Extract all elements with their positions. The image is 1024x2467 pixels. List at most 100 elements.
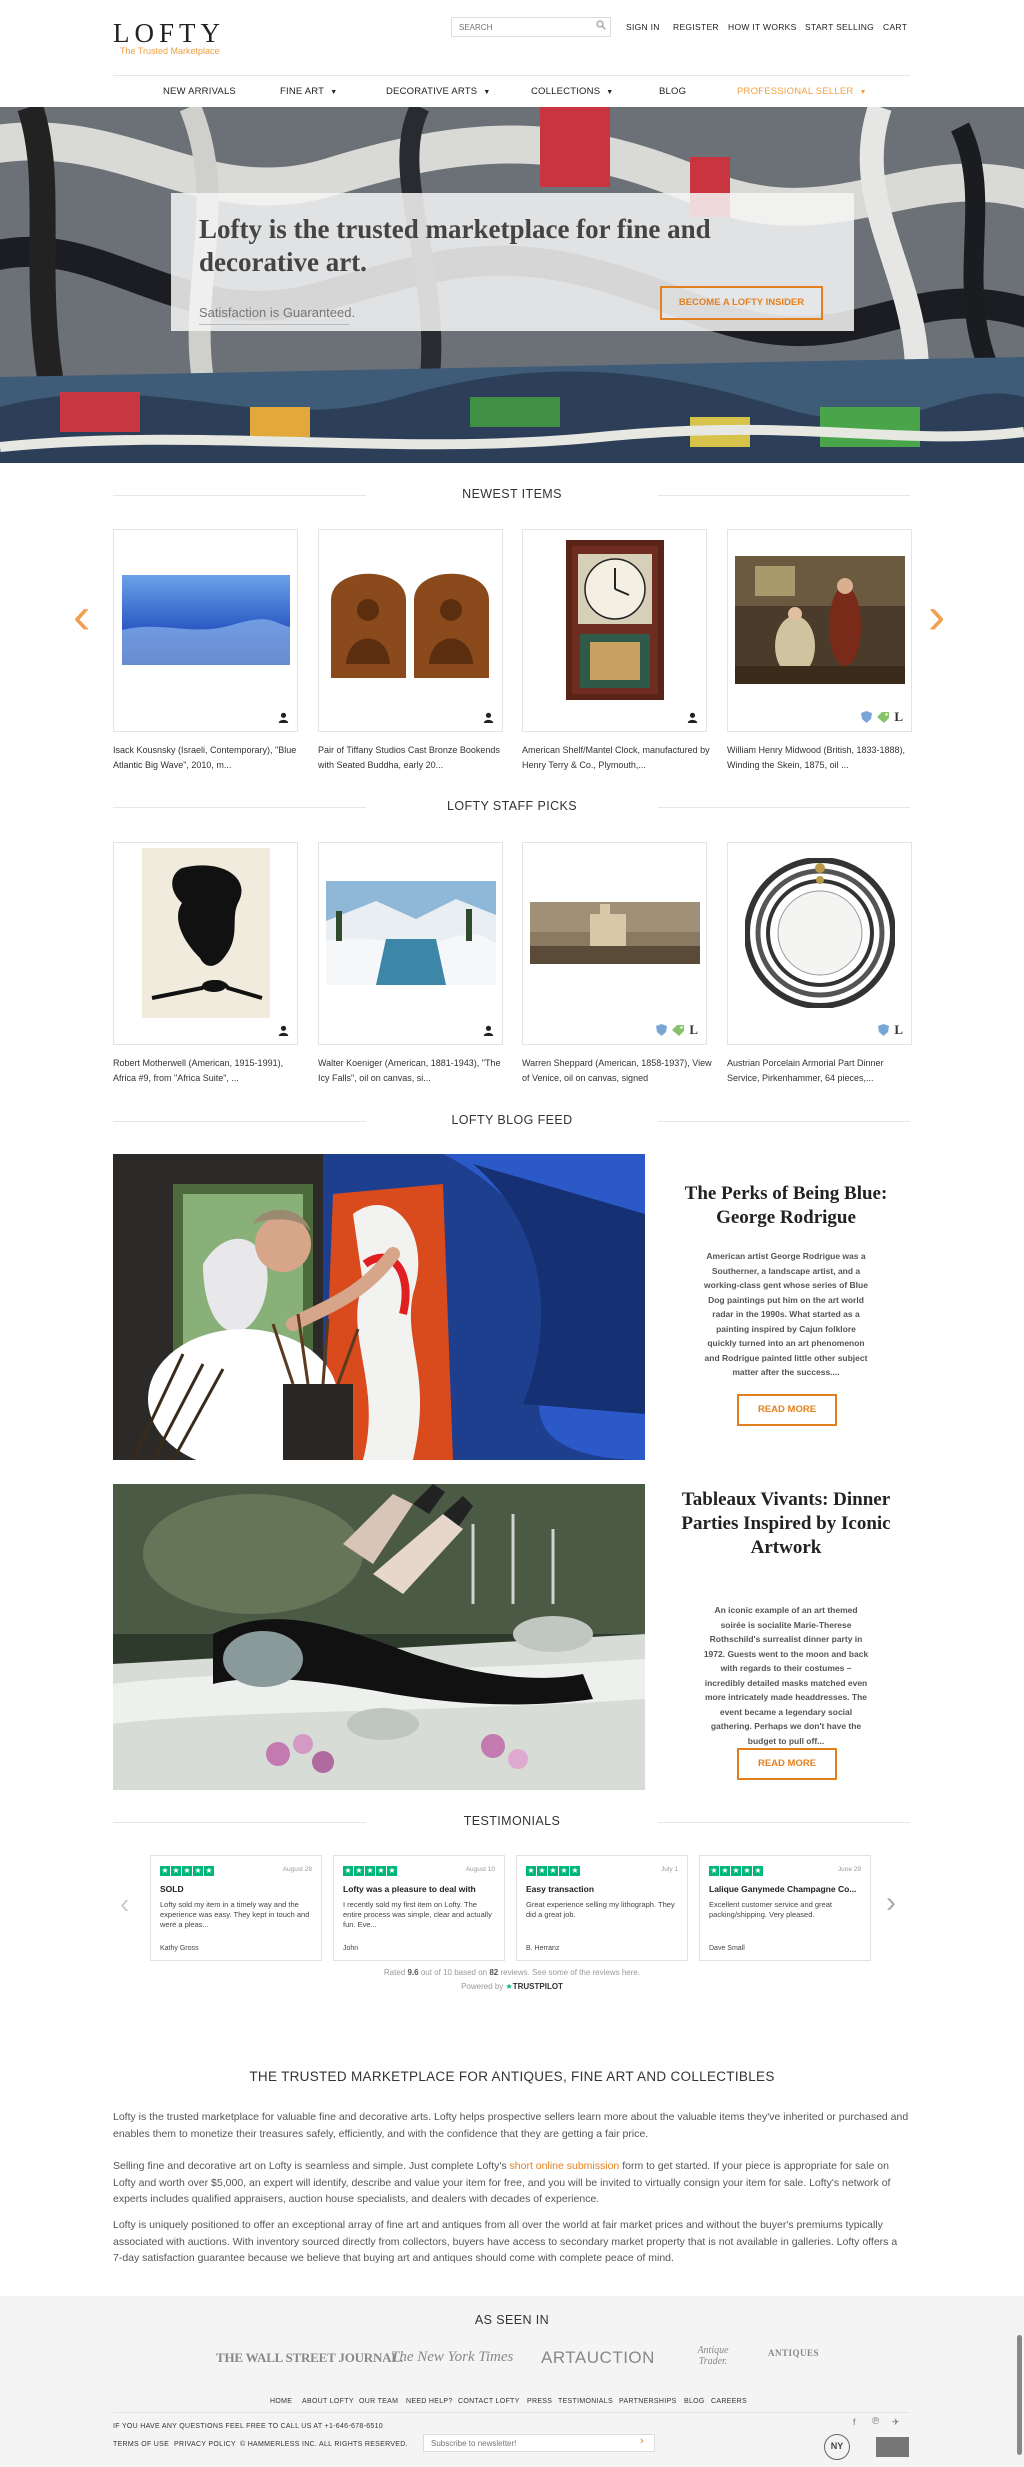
register-link[interactable]: REGISTER [673, 22, 719, 32]
header-divider [113, 75, 910, 76]
tagline: The Trusted Marketplace [120, 46, 220, 56]
footer-link-contact[interactable]: CONTACT LOFTY [458, 2398, 520, 2405]
submission-link[interactable]: short online submission [510, 2160, 620, 2172]
item-card[interactable] [113, 842, 298, 1045]
rating-prefix: Rated [383, 1968, 408, 1977]
blog-post-excerpt: American artist George Rodrigue was a So… [704, 1251, 868, 1377]
read-more-button[interactable]: READ MORE [737, 1394, 837, 1426]
five-star-rating-icon: ★ ★ ★ ★ ★ [160, 1866, 214, 1876]
caret-down-icon: ▼ [330, 89, 338, 96]
blog-post-title[interactable]: The Perks of Being Blue: George Rodrigue [681, 1182, 891, 1230]
item-caption[interactable]: Walter Koeniger (American, 1881-1943), "… [318, 1056, 508, 1086]
footer-link-home[interactable]: HOME [270, 2398, 292, 2405]
footer-link-partnerships[interactable]: PARTNERSHIPS [619, 2398, 676, 2405]
item-card[interactable] [318, 529, 503, 732]
item-caption[interactable]: American Shelf/Mantel Clock, manufacture… [522, 743, 712, 773]
newsletter-input[interactable] [423, 2434, 655, 2452]
footer-privacy-link[interactable]: PRIVACY POLICY [174, 2441, 236, 2448]
caret-down-icon: ▼ [483, 89, 491, 96]
blog-image-painter[interactable] [113, 1154, 645, 1460]
cart-link[interactable]: CART [883, 22, 907, 32]
footer-link-about[interactable]: ABOUT LOFTY [302, 2398, 354, 2405]
footer-link-careers[interactable]: CAREERS [711, 2398, 747, 2405]
seller-icon [278, 1025, 289, 1036]
review-date: August 28 [282, 1866, 312, 1873]
seller-icon [483, 1025, 494, 1036]
footer-link-blog[interactable]: BLOG [684, 2398, 705, 2405]
item-card[interactable]: L [522, 842, 707, 1045]
nav-fine-art[interactable]: FINE ART ▼ [280, 86, 337, 97]
five-star-rating-icon: ★ ★ ★ ★ ★ [709, 1866, 763, 1876]
nav-decorative-arts[interactable]: DECORATIVE ARTS ▼ [386, 86, 490, 97]
painting-thumbnail [529, 901, 700, 964]
logo[interactable]: LOFTY [113, 18, 225, 49]
search-icon[interactable] [596, 20, 606, 30]
item-card[interactable]: L [727, 842, 912, 1045]
footer-link-help[interactable]: NEED HELP? [406, 2398, 453, 2405]
review-date: June 29 [837, 1866, 861, 1873]
section-divider [658, 1822, 910, 1823]
item-caption[interactable]: Robert Motherwell (American, 1915-1991),… [113, 1056, 303, 1086]
search-input[interactable] [451, 17, 611, 37]
item-card[interactable] [522, 529, 707, 732]
carousel-next-arrow[interactable]: › [928, 590, 945, 642]
trustpilot-label: TRUSTPILOT [512, 1982, 563, 1991]
rating-mid: out of 10 based on [418, 1968, 490, 1977]
nav-professional-seller[interactable]: PROFESSIONAL SELLER ▼ [737, 86, 867, 97]
item-card[interactable]: L [727, 529, 912, 732]
five-star-rating-icon: ★ ★ ★ ★ ★ [343, 1866, 397, 1876]
footer-link-testimonials[interactable]: TESTIMONIALS [558, 2398, 613, 2405]
how-it-works-link[interactable]: HOW IT WORKS [728, 22, 797, 32]
footer-link-team[interactable]: OUR TEAM [359, 2398, 398, 2405]
item-caption[interactable]: William Henry Midwood (British, 1833-188… [727, 743, 917, 773]
newsletter-submit-icon[interactable]: › [640, 2435, 644, 2447]
trustpilot-rating-summary[interactable]: Rated 9.6 out of 10 based on 82 reviews.… [0, 1968, 1024, 1977]
nav-label: NEW ARRIVALS [163, 86, 236, 97]
blog-feed-heading: LOFTY BLOG FEED [451, 1113, 573, 1127]
review-title: Easy transaction [526, 1884, 595, 1894]
nav-blog[interactable]: BLOG [659, 86, 686, 97]
about-paragraph-3: Lofty is uniquely positioned to offer an… [113, 2219, 898, 2264]
read-more-button[interactable]: READ MORE [737, 1748, 837, 1780]
item-caption[interactable]: Isack Kousnsky (Israeli, Contemporary), … [113, 743, 303, 773]
testimonial-card[interactable]: ★ ★ ★ ★ ★ June 29 Lalique Ganymede Champagne… [699, 1855, 871, 1961]
bbb-badge-icon[interactable] [876, 2437, 909, 2457]
blog-image-dinner-party[interactable] [113, 1484, 645, 1790]
item-caption[interactable]: Austrian Porcelain Armorial Part Dinner … [727, 1056, 917, 1086]
rating-suffix: reviews. See some of the reviews here. [498, 1968, 641, 1977]
twitter-icon[interactable]: ✈ [892, 2417, 900, 2428]
five-star-rating-icon: ★ ★ ★ ★ ★ [526, 1866, 580, 1876]
lofty-l-icon: L [894, 709, 903, 724]
footer-link-press[interactable]: PRESS [527, 2398, 552, 2405]
carousel-prev-arrow[interactable]: ‹ [73, 590, 90, 642]
item-caption[interactable]: Pair of Tiffany Studios Cast Bronze Book… [318, 743, 508, 773]
facebook-icon[interactable]: f [853, 2417, 856, 2427]
item-caption[interactable]: Warren Sheppard (American, 1858-1937), V… [522, 1056, 712, 1086]
nav-collections[interactable]: COLLECTIONS ▼ [531, 86, 613, 97]
testimonials-next-arrow[interactable]: › [886, 1886, 896, 1920]
item-image [728, 843, 911, 1022]
page-scrollbar[interactable] [1017, 2335, 1022, 2455]
nav-new-arrivals[interactable]: NEW ARRIVALS [163, 86, 236, 97]
item-card[interactable] [318, 842, 503, 1045]
blog-post-title[interactable]: Tableaux Vivants: Dinner Parties Inspire… [681, 1488, 891, 1560]
testimonial-card[interactable]: ★ ★ ★ ★ ★ August 10 Lofty was a pleasure to … [333, 1855, 505, 1961]
start-selling-link[interactable]: START SELLING [805, 22, 874, 32]
section-divider [658, 495, 910, 496]
review-author: Kathy Gross [160, 1945, 199, 1952]
nav-label: COLLECTIONS [531, 86, 601, 97]
testimonial-card[interactable]: ★ ★ ★ ★ ★ July 1 Easy transaction Great expe… [516, 1855, 688, 1961]
powered-by-trustpilot[interactable]: Powered by ★TRUSTPILOT [0, 1982, 1024, 1991]
shield-icon [861, 711, 873, 723]
caret-down-icon: ▼ [859, 89, 867, 96]
become-insider-button[interactable]: BECOME A LOFTY INSIDER [660, 286, 823, 320]
footer-terms-link[interactable]: TERMS OF USE [113, 2441, 169, 2448]
hero-title: Lofty is the trusted marketplace for fin… [199, 214, 711, 277]
pinterest-icon[interactable]: ℗ [872, 2416, 879, 2427]
testimonials-prev-arrow[interactable]: ‹ [120, 1888, 129, 1920]
item-card[interactable] [113, 529, 298, 732]
testimonial-card[interactable]: ★ ★ ★ ★ ★ August 28 SOLD Lofty sold my item … [150, 1855, 322, 1961]
sign-in-link[interactable]: SIGN IN [626, 22, 660, 32]
item-badges: L [656, 1022, 698, 1038]
wsj-logo: THE WALL STREET JOURNAL. [216, 2350, 403, 2365]
